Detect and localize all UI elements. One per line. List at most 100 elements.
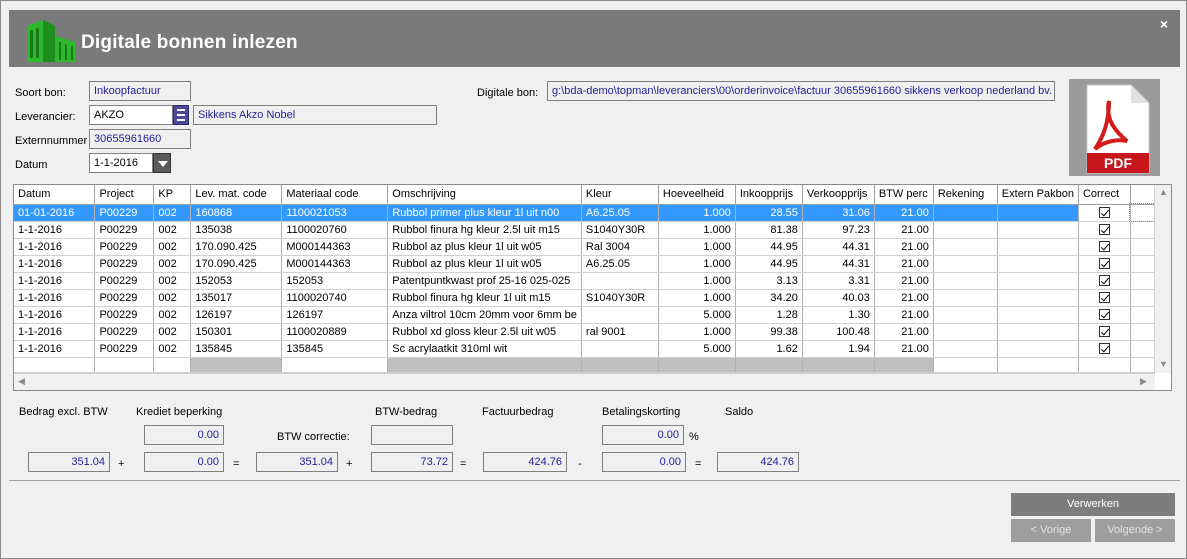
- table-row[interactable]: 1-1-2016 P00229 002 135017 1100020740 Rubbol …: [14, 289, 1171, 307]
- col-header-correct[interactable]: Correct: [1078, 185, 1131, 205]
- table-row[interactable]: 1-1-2016 P00229 002 150301 1100020889 Rubbol …: [14, 323, 1171, 341]
- table-cell[interactable]: [581, 340, 659, 358]
- empty-cell[interactable]: [387, 357, 582, 373]
- table-cell[interactable]: [933, 340, 998, 358]
- correct-checkbox-cell[interactable]: [1078, 221, 1131, 239]
- table-cell[interactable]: 21.00: [874, 289, 934, 307]
- table-cell[interactable]: P00229: [94, 238, 155, 256]
- table-row[interactable]: 1-1-2016 P00229 002 135845 135845 Sc acrylaat…: [14, 340, 1171, 358]
- table-cell[interactable]: Sc acrylaatkit 310ml wit: [387, 340, 582, 358]
- table-cell[interactable]: 1100020760: [281, 221, 389, 239]
- col-header-kleur[interactable]: Kleur: [581, 185, 659, 205]
- checkbox-checked-icon[interactable]: [1098, 258, 1110, 270]
- table-cell[interactable]: 135038: [190, 221, 283, 239]
- table-cell[interactable]: 1.000: [658, 323, 736, 341]
- empty-cell[interactable]: [14, 357, 96, 373]
- table-cell[interactable]: [933, 289, 998, 307]
- table-cell[interactable]: 150301: [190, 323, 283, 341]
- table-cell[interactable]: [581, 306, 659, 324]
- table-cell[interactable]: 31.06: [802, 204, 875, 222]
- table-cell[interactable]: P00229: [94, 340, 155, 358]
- table-cell[interactable]: 1.30: [802, 306, 875, 324]
- table-cell[interactable]: Rubbol finura hg kleur 1l uit m15: [387, 289, 582, 307]
- table-cell[interactable]: 01-01-2016: [14, 204, 96, 222]
- col-header-inkoopprijs[interactable]: Inkoopprijs: [735, 185, 803, 205]
- table-cell[interactable]: 1.000: [658, 221, 736, 239]
- table-cell[interactable]: [997, 204, 1079, 222]
- scroll-down-icon[interactable]: ▼: [1159, 359, 1168, 369]
- table-cell[interactable]: 002: [153, 221, 192, 239]
- table-cell[interactable]: 21.00: [874, 272, 934, 290]
- checkbox-checked-icon[interactable]: [1098, 275, 1110, 287]
- checkbox-checked-icon[interactable]: [1098, 292, 1110, 304]
- table-row[interactable]: 1-1-2016 P00229 002 170.090.425 M000144363 Ru…: [14, 255, 1171, 273]
- table-cell[interactable]: 21.00: [874, 306, 934, 324]
- correct-checkbox-cell[interactable]: [1078, 238, 1131, 256]
- col-header-omschrijving[interactable]: Omschrijving: [387, 185, 582, 205]
- checkbox-checked-icon[interactable]: [1098, 309, 1110, 321]
- grid-horizontal-scrollbar[interactable]: ◀ ▶: [14, 373, 1155, 390]
- table-cell[interactable]: 21.00: [874, 238, 934, 256]
- volgende-button[interactable]: Volgende >: [1095, 519, 1175, 542]
- table-cell[interactable]: P00229: [94, 272, 155, 290]
- digitale-bon-field[interactable]: g:\bda-demo\topman\leveranciers\00\order…: [547, 81, 1055, 101]
- grid-vertical-scrollbar[interactable]: ▲ ▼: [1154, 185, 1171, 373]
- table-cell[interactable]: 1-1-2016: [14, 221, 96, 239]
- table-cell[interactable]: [997, 323, 1079, 341]
- table-cell[interactable]: 002: [153, 238, 192, 256]
- table-row[interactable]: 01-01-2016 P00229 002 160868 1100021053 Rubbo…: [14, 203, 1171, 222]
- table-cell[interactable]: 1-1-2016: [14, 238, 96, 256]
- correct-checkbox-cell[interactable]: [1078, 323, 1131, 341]
- checkbox-checked-icon[interactable]: [1098, 326, 1110, 338]
- checkbox-checked-icon[interactable]: [1098, 207, 1110, 219]
- table-cell[interactable]: 160868: [190, 204, 283, 222]
- table-cell[interactable]: P00229: [94, 289, 155, 307]
- empty-cell[interactable]: [1078, 357, 1131, 373]
- empty-cell[interactable]: [581, 357, 659, 373]
- table-cell[interactable]: 1.000: [658, 272, 736, 290]
- table-cell[interactable]: 170.090.425: [190, 238, 283, 256]
- table-cell[interactable]: [933, 238, 998, 256]
- table-cell[interactable]: 3.13: [735, 272, 803, 290]
- table-cell[interactable]: S1040Y30R: [581, 221, 659, 239]
- table-cell[interactable]: P00229: [94, 221, 155, 239]
- table-cell[interactable]: 34.20: [735, 289, 803, 307]
- table-cell[interactable]: ral 9001: [581, 323, 659, 341]
- table-cell[interactable]: 135017: [190, 289, 283, 307]
- scroll-right-icon[interactable]: ▶: [1140, 376, 1147, 387]
- table-row[interactable]: 1-1-2016 P00229 002 170.090.425 M000144363 Ru…: [14, 238, 1171, 256]
- table-cell[interactable]: [933, 272, 998, 290]
- col-header-btw-perc[interactable]: BTW perc: [874, 185, 934, 205]
- empty-cell[interactable]: [658, 357, 736, 373]
- table-cell[interactable]: Ral 3004: [581, 238, 659, 256]
- correct-checkbox-cell[interactable]: [1078, 272, 1131, 290]
- table-row[interactable]: 1-1-2016 P00229 002 152053 152053 Patentpuntk…: [14, 272, 1171, 290]
- vorige-button[interactable]: < Vorige: [1011, 519, 1091, 542]
- table-cell[interactable]: 1-1-2016: [14, 306, 96, 324]
- invoice-lines-grid[interactable]: Datum Project KP Lev. mat. code Materiaa…: [13, 184, 1172, 391]
- table-cell[interactable]: P00229: [94, 323, 155, 341]
- table-cell[interactable]: P00229: [94, 255, 155, 273]
- table-cell[interactable]: [997, 238, 1079, 256]
- correct-checkbox-cell[interactable]: [1078, 255, 1131, 273]
- table-cell[interactable]: 44.31: [802, 255, 875, 273]
- table-cell[interactable]: Rubbol primer plus kleur 1l uit n00: [387, 204, 582, 222]
- table-cell[interactable]: 40.03: [802, 289, 875, 307]
- table-cell[interactable]: P00229: [94, 204, 155, 222]
- table-cell[interactable]: 1-1-2016: [14, 323, 96, 341]
- table-cell[interactable]: 1100021053: [281, 204, 389, 222]
- table-cell[interactable]: 1-1-2016: [14, 272, 96, 290]
- table-cell[interactable]: Patentpuntkwast prof 25-16 025-025: [387, 272, 582, 290]
- table-cell[interactable]: Rubbol xd gloss kleur 2.5l uit w05: [387, 323, 582, 341]
- col-header-datum[interactable]: Datum: [14, 185, 96, 205]
- table-cell[interactable]: Anza viltrol 10cm 20mm voor 6mm be: [387, 306, 582, 324]
- table-cell[interactable]: [997, 340, 1079, 358]
- checkbox-checked-icon[interactable]: [1098, 241, 1110, 253]
- table-cell[interactable]: 5.000: [658, 340, 736, 358]
- table-cell[interactable]: [997, 255, 1079, 273]
- table-cell[interactable]: 5.000: [658, 306, 736, 324]
- table-row[interactable]: 1-1-2016 P00229 002 126197 126197 Anza viltro…: [14, 306, 1171, 324]
- table-cell[interactable]: 002: [153, 255, 192, 273]
- table-cell[interactable]: 1.62: [735, 340, 803, 358]
- correct-checkbox-cell[interactable]: [1078, 306, 1131, 324]
